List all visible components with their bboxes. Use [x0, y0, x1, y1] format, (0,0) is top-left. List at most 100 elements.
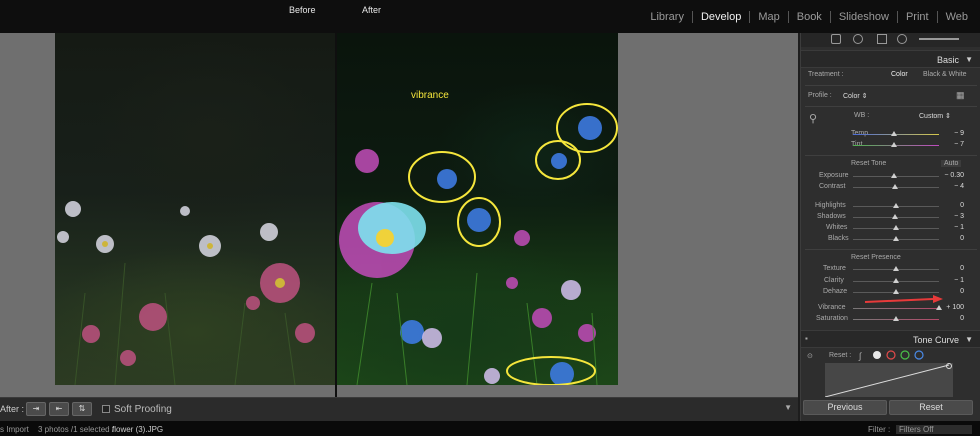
blacks-slider-thumb[interactable] [893, 236, 899, 241]
whites-value[interactable]: − 1 [954, 224, 964, 231]
profile-label: Profile : [808, 92, 832, 99]
contrast-value[interactable]: − 4 [954, 183, 964, 190]
crop-icon[interactable] [831, 34, 841, 44]
module-slideshow[interactable]: Slideshow [831, 11, 897, 23]
blue-channel-icon [914, 350, 924, 360]
reset-presence-button[interactable]: Reset Presence [851, 254, 901, 261]
clarity-slider-thumb[interactable] [893, 278, 899, 283]
dehaze-value[interactable]: 0 [960, 288, 964, 295]
shadows-label: Shadows [817, 213, 846, 220]
rgb-channel-icon [873, 351, 881, 359]
contrast-slider-thumb[interactable] [892, 184, 899, 189]
reset-button[interactable]: Reset [889, 400, 973, 415]
wb-eyedropper-icon[interactable]: ⚲ [809, 112, 817, 125]
before-label: Before [289, 5, 316, 15]
filter-select[interactable]: Filters Off [896, 425, 972, 434]
highlights-slider-thumb[interactable] [893, 203, 899, 208]
basic-section-title: Basic [936, 55, 959, 65]
collapse-triangle-icon[interactable]: ▼ [965, 335, 973, 344]
radial-filter-icon[interactable] [897, 34, 907, 44]
module-develop[interactable]: Develop [693, 11, 749, 23]
highlights-label: Highlights [815, 202, 846, 209]
copy-after-to-before-button[interactable]: ⇤ [49, 402, 69, 416]
after-photo[interactable]: vibrance [337, 33, 618, 385]
before-after-mode-label: After : [0, 404, 25, 414]
basic-section-header[interactable]: Basic ▼ [801, 50, 980, 68]
temp-slider-track[interactable] [853, 131, 939, 136]
temp-value[interactable]: − 9 [954, 130, 964, 137]
dehaze-label: Dehaze [823, 288, 848, 295]
copy-before-to-after-button[interactable]: ⇥ [26, 402, 46, 416]
dehaze-slider-thumb[interactable] [893, 289, 899, 294]
clarity-slider-track[interactable] [853, 278, 939, 283]
module-book[interactable]: Book [789, 11, 830, 23]
swap-before-after-button[interactable]: ⇅ [72, 402, 92, 416]
contrast-slider-track[interactable] [853, 184, 939, 189]
exposure-slider-track[interactable] [853, 173, 939, 178]
highlights-value[interactable]: 0 [960, 202, 964, 209]
collapse-triangle-icon[interactable]: ▼ [965, 55, 973, 64]
dehaze-slider-track[interactable] [853, 289, 939, 294]
profile-select[interactable]: Color ⇕ [843, 92, 868, 100]
reset-tone-button[interactable]: Reset Tone [851, 160, 886, 167]
vibrance-label: Vibrance [818, 304, 846, 311]
texture-value[interactable]: 0 [960, 265, 964, 272]
saturation-slider-track[interactable] [853, 316, 939, 321]
shadows-slider-track[interactable] [853, 214, 939, 219]
panel-toggle-icon[interactable]: ▪ [805, 334, 808, 343]
shadows-value[interactable]: − 3 [954, 213, 964, 220]
treatment-bw-button[interactable]: Black & White [923, 71, 967, 78]
highlights-slider-track[interactable] [853, 203, 939, 208]
redeye-icon[interactable] [877, 34, 887, 44]
treatment-color-button[interactable]: Color [891, 71, 908, 78]
wb-select[interactable]: Custom ⇕ [919, 112, 951, 120]
vibrance-slider-thumb[interactable] [936, 305, 942, 310]
previous-button[interactable]: Previous [803, 400, 887, 415]
green-channel-icon [900, 350, 910, 360]
vibrance-slider-track[interactable] [853, 305, 942, 310]
tone-curve-graph[interactable] [825, 363, 953, 397]
blacks-value[interactable]: 0 [960, 235, 964, 242]
tone-curve-reset-label[interactable]: Reset : [829, 352, 851, 359]
divider [805, 106, 977, 107]
saturation-value[interactable]: 0 [960, 315, 964, 322]
divider [805, 155, 977, 156]
develop-toolbar: After : ⇥ ⇤ ⇅ Soft Proofing ▼ [0, 397, 798, 421]
auto-tone-button[interactable]: Auto [941, 160, 962, 167]
module-print[interactable]: Print [898, 11, 937, 23]
photo-canvas[interactable]: vibrance [0, 33, 798, 397]
texture-slider-track[interactable] [853, 266, 939, 271]
module-map[interactable]: Map [750, 11, 787, 23]
shadows-slider-thumb[interactable] [892, 214, 899, 219]
saturation-slider-thumb[interactable] [893, 316, 899, 321]
saturation-label: Saturation [816, 315, 848, 322]
vibrance-value[interactable]: + 100 [946, 304, 964, 311]
texture-slider-thumb[interactable] [893, 266, 899, 271]
whites-slider-track[interactable] [853, 225, 939, 230]
target-adjust-icon[interactable]: ⊙ [807, 352, 813, 360]
brush-size-slider[interactable] [919, 38, 959, 40]
tone-curve-section-header[interactable]: ▪ Tone Curve ▼ [801, 330, 980, 348]
module-web[interactable]: Web [938, 11, 976, 23]
temp-slider-thumb[interactable] [891, 131, 898, 136]
soft-proofing-checkbox[interactable] [102, 405, 110, 413]
profile-browser-icon[interactable]: ▦ [956, 90, 965, 101]
filename[interactable]: flower (3).JPG [112, 425, 163, 434]
module-library[interactable]: Library [642, 11, 692, 23]
clarity-value[interactable]: − 1 [954, 277, 964, 284]
spot-removal-icon[interactable] [853, 34, 863, 44]
blacks-slider-track[interactable] [853, 236, 939, 241]
tint-value[interactable]: − 7 [954, 141, 964, 148]
develop-panel: Basic ▼ Treatment : Color Black & White … [800, 33, 980, 421]
exposure-slider-thumb[interactable] [891, 173, 898, 178]
module-picker: Library Develop Map Book Slideshow Print… [642, 11, 976, 23]
tint-slider-thumb[interactable] [891, 142, 898, 147]
toolbar-menu-arrow[interactable]: ▼ [784, 403, 792, 412]
exposure-value[interactable]: − 0.30 [944, 172, 964, 179]
before-flowers-image [57, 201, 315, 385]
tint-slider-track[interactable] [853, 142, 939, 147]
point-curve-icon[interactable]: ∫ [859, 351, 861, 361]
before-photo[interactable] [55, 33, 335, 385]
wb-label: WB : [854, 112, 870, 119]
whites-slider-thumb[interactable] [893, 225, 899, 230]
